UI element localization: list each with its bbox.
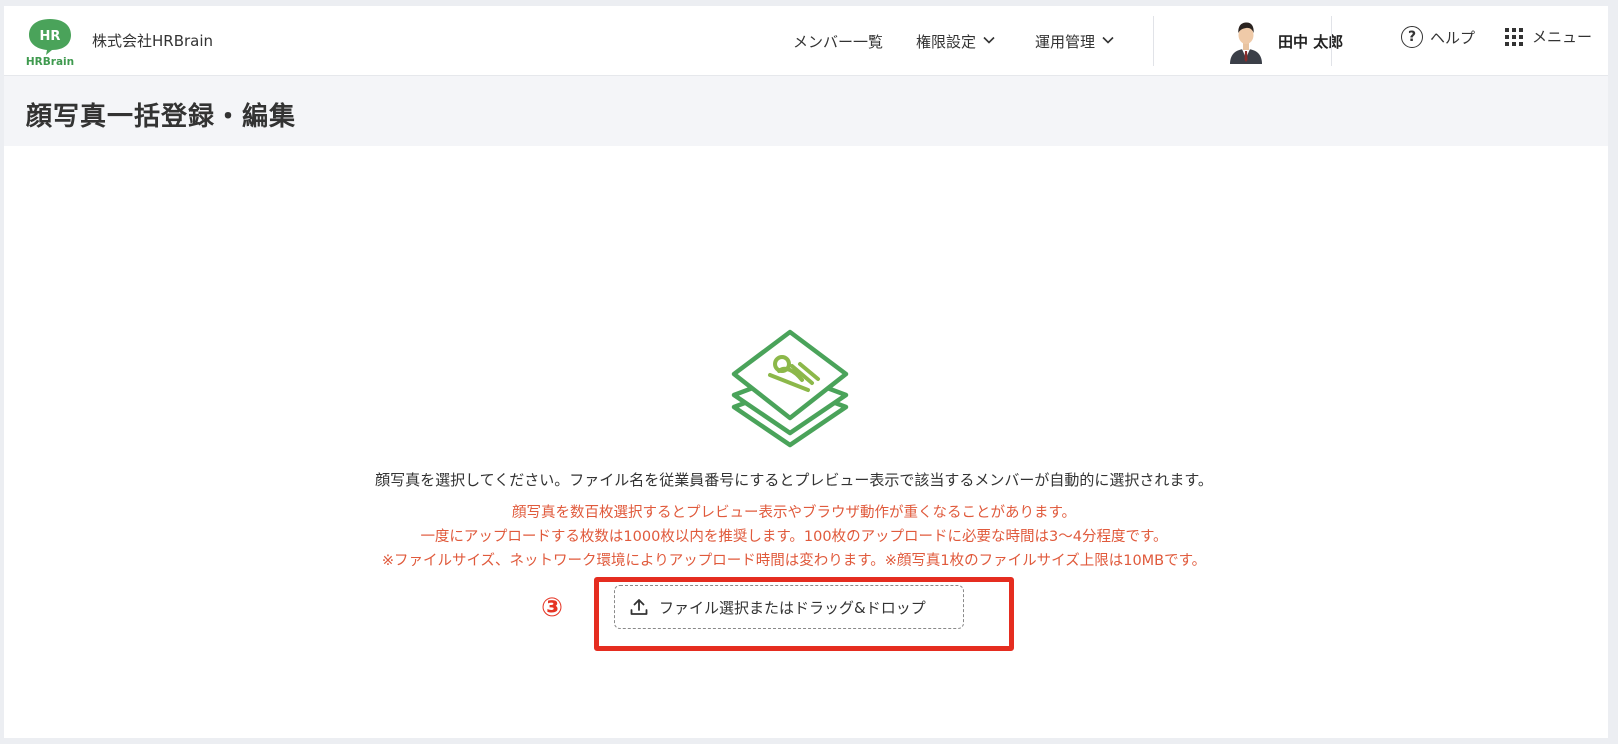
instruction-text: 顔写真を選択してください。ファイル名を従業員番号にするとプレビュー表示で該当する… xyxy=(375,471,1213,489)
menu-button[interactable]: メニュー xyxy=(1505,26,1592,47)
top-header: HR HRBrain 株式会社HRBrain メンバー一覧 権限設定 運用管理 xyxy=(4,6,1608,76)
warning-text-1: 顔写真を数百枚選択するとプレビュー表示やブラウザ動作が重くなることがあります。 xyxy=(511,505,1077,521)
header-divider xyxy=(1153,16,1154,66)
logo-wordmark: HRBrain xyxy=(26,56,74,67)
user-profile[interactable]: 田中 太郎 xyxy=(1226,16,1343,66)
app-window: HR HRBrain 株式会社HRBrain メンバー一覧 権限設定 運用管理 xyxy=(4,6,1608,738)
help-link[interactable]: ? ヘルプ xyxy=(1401,26,1475,48)
hrbrain-logo[interactable]: HR HRBrain xyxy=(24,15,76,67)
nav-item-permissions[interactable]: 権限設定 xyxy=(916,31,995,52)
nav-item-members[interactable]: メンバー一覧 xyxy=(793,31,883,52)
photo-stack-icon xyxy=(731,329,849,448)
company-name: 株式会社HRBrain xyxy=(92,32,214,50)
grid-menu-icon xyxy=(1505,27,1523,46)
chevron-down-icon xyxy=(1102,36,1114,44)
menu-label: メニュー xyxy=(1532,28,1593,46)
step-marker: ③ xyxy=(541,593,564,623)
nav-item-label: メンバー一覧 xyxy=(793,32,884,51)
nav-item-label: 運用管理 xyxy=(1035,32,1096,51)
header-divider xyxy=(1331,16,1332,66)
question-circle-icon: ? xyxy=(1401,26,1423,48)
nav-operations[interactable]: 運用管理 xyxy=(1035,6,1114,76)
user-name: 田中 太郎 xyxy=(1278,32,1344,51)
nav-item-label: 権限設定 xyxy=(916,32,977,51)
warning-text-3: ※ファイルサイズ、ネットワーク環境によりアップロード時間は変わります。※顔写真1… xyxy=(381,553,1207,569)
page-title-bar: 顔写真一括登録・編集 xyxy=(4,76,1608,146)
upload-label: ファイル選択またはドラッグ&ドロップ xyxy=(659,598,926,617)
nav-permissions[interactable]: 権限設定 xyxy=(916,6,995,76)
upload-icon xyxy=(630,599,648,615)
help-label: ヘルプ xyxy=(1430,28,1476,47)
nav-members[interactable]: メンバー一覧 xyxy=(793,6,883,76)
page-title: 顔写真一括登録・編集 xyxy=(26,102,297,132)
file-upload-dropzone[interactable]: ファイル選択またはドラッグ&ドロップ xyxy=(614,585,964,629)
warning-text-2: 一度にアップロードする枚数は1000枚以内を推奨します。100枚のアップロードに… xyxy=(420,529,1168,545)
avatar xyxy=(1230,22,1262,64)
nav-item-operations[interactable]: 運用管理 xyxy=(1035,31,1114,52)
logo-mark-text: HR xyxy=(40,29,61,44)
chevron-down-icon xyxy=(983,36,995,44)
